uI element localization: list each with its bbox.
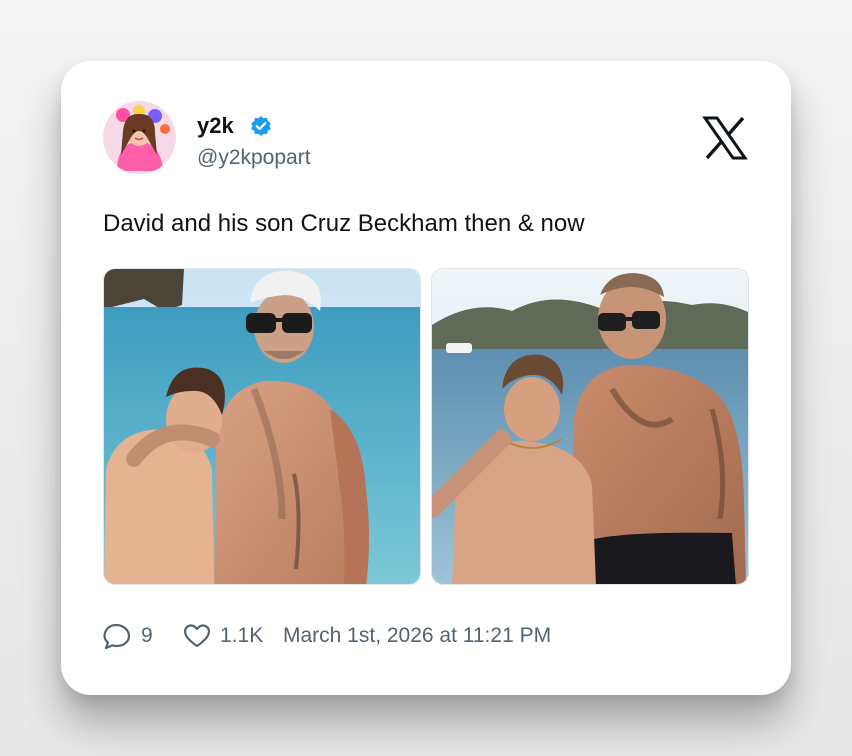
photo-then[interactable]: [103, 268, 421, 585]
verified-badge-icon: [250, 115, 272, 137]
x-logo-icon[interactable]: [702, 115, 748, 161]
avatar[interactable]: [103, 101, 176, 174]
like-count: 1.1K: [220, 624, 264, 647]
tweet-text: David and his son Cruz Beckham then & no…: [103, 210, 585, 237]
timestamp[interactable]: March 1st, 2026 at 11:21 PM: [283, 622, 551, 650]
heart-icon[interactable]: [182, 622, 212, 650]
author-handle[interactable]: @y2kpopart: [197, 145, 311, 171]
photo-now[interactable]: [431, 268, 749, 585]
author-display-name[interactable]: y2k: [197, 112, 234, 140]
tweet-card: y2k @y2kpopart David and his son Cruz Be…: [61, 61, 791, 695]
reply-icon[interactable]: [102, 622, 132, 650]
reply-count: 9: [141, 624, 153, 647]
